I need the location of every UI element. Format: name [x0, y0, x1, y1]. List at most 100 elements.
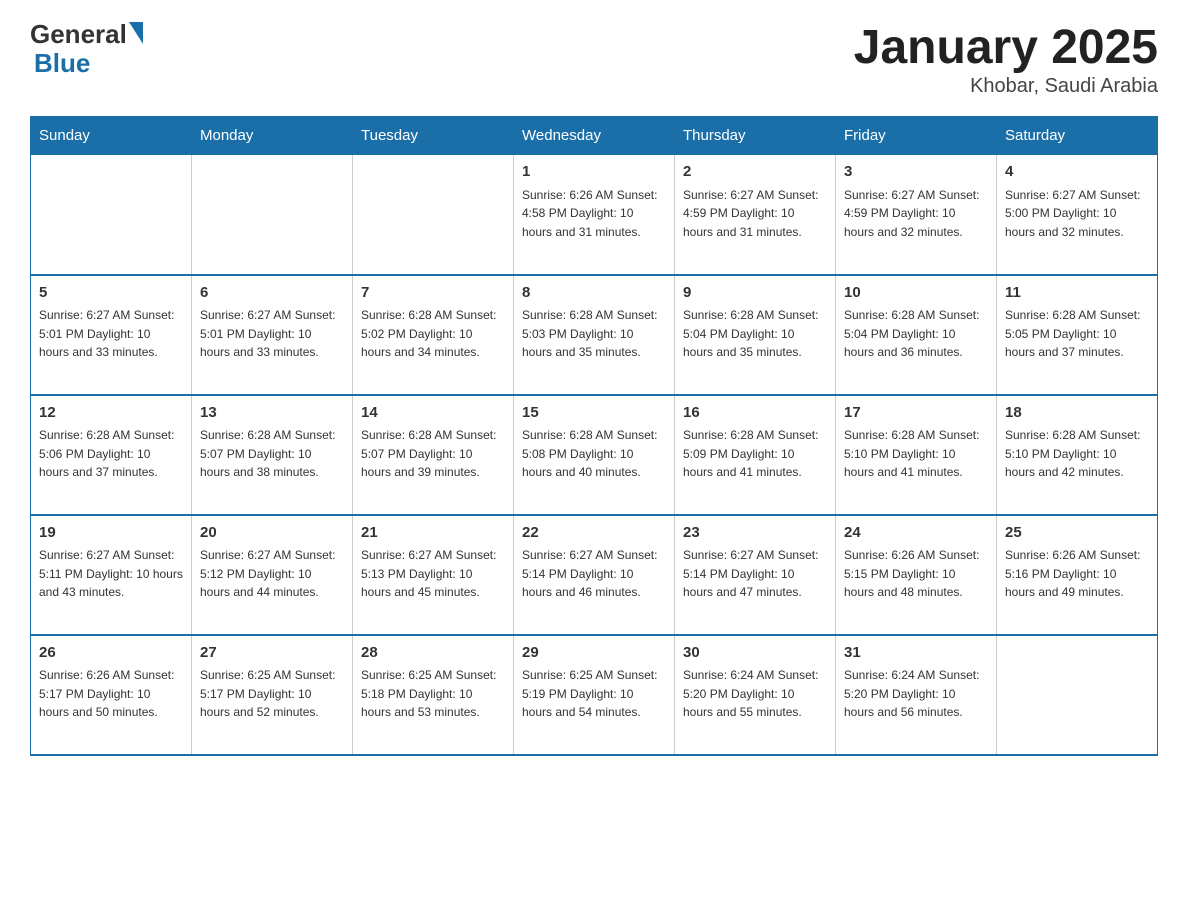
day-number: 7: [361, 282, 505, 305]
day-number: 8: [522, 282, 666, 305]
day-number: 15: [522, 402, 666, 425]
calendar-cell: [997, 635, 1158, 755]
calendar-cell: 3Sunrise: 6:27 AM Sunset: 4:59 PM Daylig…: [836, 155, 997, 275]
weekday-header-sunday: Sunday: [31, 117, 192, 155]
calendar-cell: 30Sunrise: 6:24 AM Sunset: 5:20 PM Dayli…: [675, 635, 836, 755]
logo-general-text: General: [30, 20, 127, 49]
weekday-header-wednesday: Wednesday: [514, 117, 675, 155]
day-info: Sunrise: 6:27 AM Sunset: 5:01 PM Dayligh…: [39, 306, 183, 362]
calendar-body: 1Sunrise: 6:26 AM Sunset: 4:58 PM Daylig…: [31, 155, 1158, 755]
day-info: Sunrise: 6:28 AM Sunset: 5:09 PM Dayligh…: [683, 426, 827, 482]
day-info: Sunrise: 6:27 AM Sunset: 5:14 PM Dayligh…: [683, 546, 827, 602]
calendar-week-row: 19Sunrise: 6:27 AM Sunset: 5:11 PM Dayli…: [31, 515, 1158, 635]
calendar-week-row: 12Sunrise: 6:28 AM Sunset: 5:06 PM Dayli…: [31, 395, 1158, 515]
calendar-cell: 7Sunrise: 6:28 AM Sunset: 5:02 PM Daylig…: [353, 275, 514, 395]
day-info: Sunrise: 6:28 AM Sunset: 5:04 PM Dayligh…: [844, 306, 988, 362]
logo-triangle-icon: [129, 22, 143, 44]
calendar-week-row: 1Sunrise: 6:26 AM Sunset: 4:58 PM Daylig…: [31, 155, 1158, 275]
calendar-cell: 22Sunrise: 6:27 AM Sunset: 5:14 PM Dayli…: [514, 515, 675, 635]
day-info: Sunrise: 6:24 AM Sunset: 5:20 PM Dayligh…: [844, 666, 988, 722]
day-info: Sunrise: 6:24 AM Sunset: 5:20 PM Dayligh…: [683, 666, 827, 722]
calendar-cell: 31Sunrise: 6:24 AM Sunset: 5:20 PM Dayli…: [836, 635, 997, 755]
day-info: Sunrise: 6:28 AM Sunset: 5:10 PM Dayligh…: [844, 426, 988, 482]
calendar-cell: 1Sunrise: 6:26 AM Sunset: 4:58 PM Daylig…: [514, 155, 675, 275]
calendar-cell: 26Sunrise: 6:26 AM Sunset: 5:17 PM Dayli…: [31, 635, 192, 755]
calendar-cell: [192, 155, 353, 275]
day-number: 13: [200, 402, 344, 425]
calendar-cell: 6Sunrise: 6:27 AM Sunset: 5:01 PM Daylig…: [192, 275, 353, 395]
weekday-header-thursday: Thursday: [675, 117, 836, 155]
day-info: Sunrise: 6:28 AM Sunset: 5:03 PM Dayligh…: [522, 306, 666, 362]
calendar-cell: [31, 155, 192, 275]
day-number: 25: [1005, 522, 1149, 545]
calendar-cell: 15Sunrise: 6:28 AM Sunset: 5:08 PM Dayli…: [514, 395, 675, 515]
calendar-cell: 28Sunrise: 6:25 AM Sunset: 5:18 PM Dayli…: [353, 635, 514, 755]
calendar-cell: 29Sunrise: 6:25 AM Sunset: 5:19 PM Dayli…: [514, 635, 675, 755]
day-number: 19: [39, 522, 183, 545]
day-info: Sunrise: 6:27 AM Sunset: 5:00 PM Dayligh…: [1005, 186, 1149, 242]
day-info: Sunrise: 6:28 AM Sunset: 5:10 PM Dayligh…: [1005, 426, 1149, 482]
weekday-header-monday: Monday: [192, 117, 353, 155]
day-number: 5: [39, 282, 183, 305]
calendar-cell: 11Sunrise: 6:28 AM Sunset: 5:05 PM Dayli…: [997, 275, 1158, 395]
calendar-cell: 13Sunrise: 6:28 AM Sunset: 5:07 PM Dayli…: [192, 395, 353, 515]
day-info: Sunrise: 6:25 AM Sunset: 5:18 PM Dayligh…: [361, 666, 505, 722]
day-number: 20: [200, 522, 344, 545]
calendar-cell: 8Sunrise: 6:28 AM Sunset: 5:03 PM Daylig…: [514, 275, 675, 395]
day-info: Sunrise: 6:27 AM Sunset: 4:59 PM Dayligh…: [844, 186, 988, 242]
calendar-cell: 10Sunrise: 6:28 AM Sunset: 5:04 PM Dayli…: [836, 275, 997, 395]
calendar-cell: 9Sunrise: 6:28 AM Sunset: 5:04 PM Daylig…: [675, 275, 836, 395]
day-info: Sunrise: 6:28 AM Sunset: 5:08 PM Dayligh…: [522, 426, 666, 482]
calendar-week-row: 26Sunrise: 6:26 AM Sunset: 5:17 PM Dayli…: [31, 635, 1158, 755]
calendar-cell: 5Sunrise: 6:27 AM Sunset: 5:01 PM Daylig…: [31, 275, 192, 395]
day-number: 1: [522, 161, 666, 184]
title-block: January 2025 Khobar, Saudi Arabia: [854, 20, 1158, 98]
day-info: Sunrise: 6:28 AM Sunset: 5:07 PM Dayligh…: [361, 426, 505, 482]
day-number: 21: [361, 522, 505, 545]
weekday-header-tuesday: Tuesday: [353, 117, 514, 155]
calendar-week-row: 5Sunrise: 6:27 AM Sunset: 5:01 PM Daylig…: [31, 275, 1158, 395]
day-number: 16: [683, 402, 827, 425]
calendar-cell: 18Sunrise: 6:28 AM Sunset: 5:10 PM Dayli…: [997, 395, 1158, 515]
day-number: 22: [522, 522, 666, 545]
day-info: Sunrise: 6:25 AM Sunset: 5:17 PM Dayligh…: [200, 666, 344, 722]
calendar-cell: 20Sunrise: 6:27 AM Sunset: 5:12 PM Dayli…: [192, 515, 353, 635]
day-number: 14: [361, 402, 505, 425]
weekday-header-friday: Friday: [836, 117, 997, 155]
day-number: 6: [200, 282, 344, 305]
day-number: 4: [1005, 161, 1149, 184]
day-number: 29: [522, 642, 666, 665]
day-info: Sunrise: 6:27 AM Sunset: 4:59 PM Dayligh…: [683, 186, 827, 242]
calendar-cell: 12Sunrise: 6:28 AM Sunset: 5:06 PM Dayli…: [31, 395, 192, 515]
day-number: 17: [844, 402, 988, 425]
day-info: Sunrise: 6:26 AM Sunset: 5:16 PM Dayligh…: [1005, 546, 1149, 602]
day-number: 9: [683, 282, 827, 305]
day-info: Sunrise: 6:28 AM Sunset: 5:04 PM Dayligh…: [683, 306, 827, 362]
day-number: 31: [844, 642, 988, 665]
calendar-cell: 16Sunrise: 6:28 AM Sunset: 5:09 PM Dayli…: [675, 395, 836, 515]
day-number: 11: [1005, 282, 1149, 305]
logo: General Blue: [30, 20, 143, 77]
logo-blue-text: Blue: [34, 49, 90, 78]
day-number: 28: [361, 642, 505, 665]
day-number: 10: [844, 282, 988, 305]
weekday-header-saturday: Saturday: [997, 117, 1158, 155]
day-info: Sunrise: 6:27 AM Sunset: 5:12 PM Dayligh…: [200, 546, 344, 602]
day-number: 23: [683, 522, 827, 545]
day-number: 12: [39, 402, 183, 425]
day-number: 26: [39, 642, 183, 665]
calendar-table: SundayMondayTuesdayWednesdayThursdayFrid…: [30, 116, 1158, 756]
day-number: 30: [683, 642, 827, 665]
calendar-cell: 14Sunrise: 6:28 AM Sunset: 5:07 PM Dayli…: [353, 395, 514, 515]
calendar-header: SundayMondayTuesdayWednesdayThursdayFrid…: [31, 117, 1158, 155]
day-info: Sunrise: 6:28 AM Sunset: 5:06 PM Dayligh…: [39, 426, 183, 482]
day-number: 18: [1005, 402, 1149, 425]
day-info: Sunrise: 6:28 AM Sunset: 5:07 PM Dayligh…: [200, 426, 344, 482]
day-info: Sunrise: 6:26 AM Sunset: 5:15 PM Dayligh…: [844, 546, 988, 602]
calendar-cell: 24Sunrise: 6:26 AM Sunset: 5:15 PM Dayli…: [836, 515, 997, 635]
page-title: January 2025: [854, 20, 1158, 75]
calendar-cell: 25Sunrise: 6:26 AM Sunset: 5:16 PM Dayli…: [997, 515, 1158, 635]
day-number: 24: [844, 522, 988, 545]
page-subtitle: Khobar, Saudi Arabia: [854, 75, 1158, 98]
calendar-cell: 17Sunrise: 6:28 AM Sunset: 5:10 PM Dayli…: [836, 395, 997, 515]
